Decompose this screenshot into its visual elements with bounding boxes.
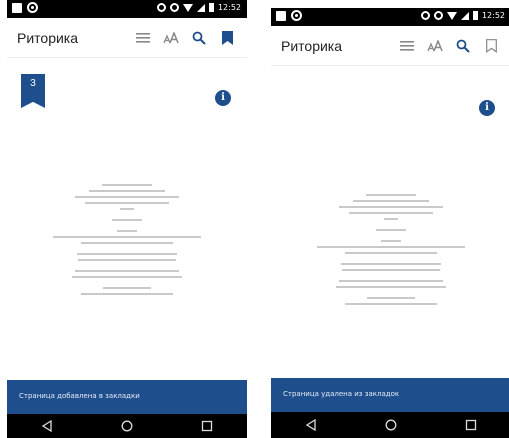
text-size-icon — [427, 40, 443, 52]
snackbar: Страница добавлена в закладки — [7, 380, 247, 414]
nav-back-button[interactable] — [296, 413, 326, 437]
nav-home-button[interactable] — [376, 413, 406, 437]
font-size-button[interactable] — [157, 27, 185, 49]
nav-home-button[interactable] — [112, 414, 142, 438]
wifi-icon — [446, 11, 457, 20]
toc-button[interactable] — [393, 35, 421, 57]
messenger-icon — [291, 10, 302, 21]
status-time: 12:52 — [481, 11, 505, 20]
list-icon — [136, 33, 150, 43]
recents-icon — [201, 420, 213, 432]
snackbar-message: Страница удалена из закладок — [283, 390, 400, 398]
back-icon — [41, 420, 52, 432]
search-button[interactable] — [185, 27, 213, 49]
notification-icon — [276, 10, 286, 21]
notification-icon — [12, 2, 22, 13]
app-bar: Риторика — [7, 18, 247, 58]
nav-recents-button[interactable] — [456, 413, 486, 437]
page-bookmark-ribbon[interactable]: 3 — [21, 74, 45, 108]
battery-icon — [208, 3, 214, 12]
signal-icon — [196, 3, 205, 12]
recents-icon — [465, 419, 477, 431]
alarm-icon — [169, 3, 179, 12]
home-icon — [121, 420, 133, 432]
search-icon — [456, 39, 470, 53]
back-icon — [305, 419, 316, 431]
screen-bookmark-added: 12:52 Риторика 3 i Страница добавлена в … — [7, 0, 247, 438]
snackbar: Страница удалена из закладок — [271, 378, 509, 412]
app-bar: Риторика — [271, 26, 509, 66]
system-nav-bar — [271, 412, 509, 438]
screen-bookmark-removed: 12:52 Риторика i Страница удалена из зак… — [271, 0, 509, 438]
toc-button[interactable] — [129, 27, 157, 49]
status-bar: 12:52 — [7, 0, 247, 18]
list-icon — [400, 41, 414, 51]
messenger-icon — [27, 2, 38, 13]
battery-icon — [472, 11, 478, 20]
font-size-button[interactable] — [421, 35, 449, 57]
home-icon — [385, 419, 397, 431]
search-button[interactable] — [449, 35, 477, 57]
search-icon — [192, 31, 206, 45]
app-title: Риторика — [281, 38, 343, 54]
nav-recents-button[interactable] — [192, 414, 222, 438]
info-icon[interactable]: i — [479, 100, 495, 116]
signal-icon — [460, 11, 469, 20]
system-nav-bar — [7, 414, 247, 438]
text-size-icon — [163, 32, 179, 44]
snackbar-message: Страница добавлена в закладки — [19, 392, 140, 400]
app-title: Риторика — [17, 30, 79, 46]
status-time: 12:52 — [217, 3, 241, 12]
book-page-text — [307, 194, 475, 309]
info-icon[interactable]: i — [215, 90, 231, 106]
nav-back-button[interactable] — [32, 414, 62, 438]
sync-icon — [420, 11, 430, 20]
bookmark-button[interactable] — [477, 35, 505, 57]
bookmark-outline-icon — [485, 39, 497, 53]
alarm-icon — [433, 11, 443, 20]
book-page-text — [43, 184, 211, 299]
status-bar: 12:52 — [271, 8, 509, 26]
bookmark-icon — [221, 31, 233, 45]
wifi-icon — [182, 3, 193, 12]
sync-icon — [156, 3, 166, 12]
bookmark-button[interactable] — [213, 27, 241, 49]
